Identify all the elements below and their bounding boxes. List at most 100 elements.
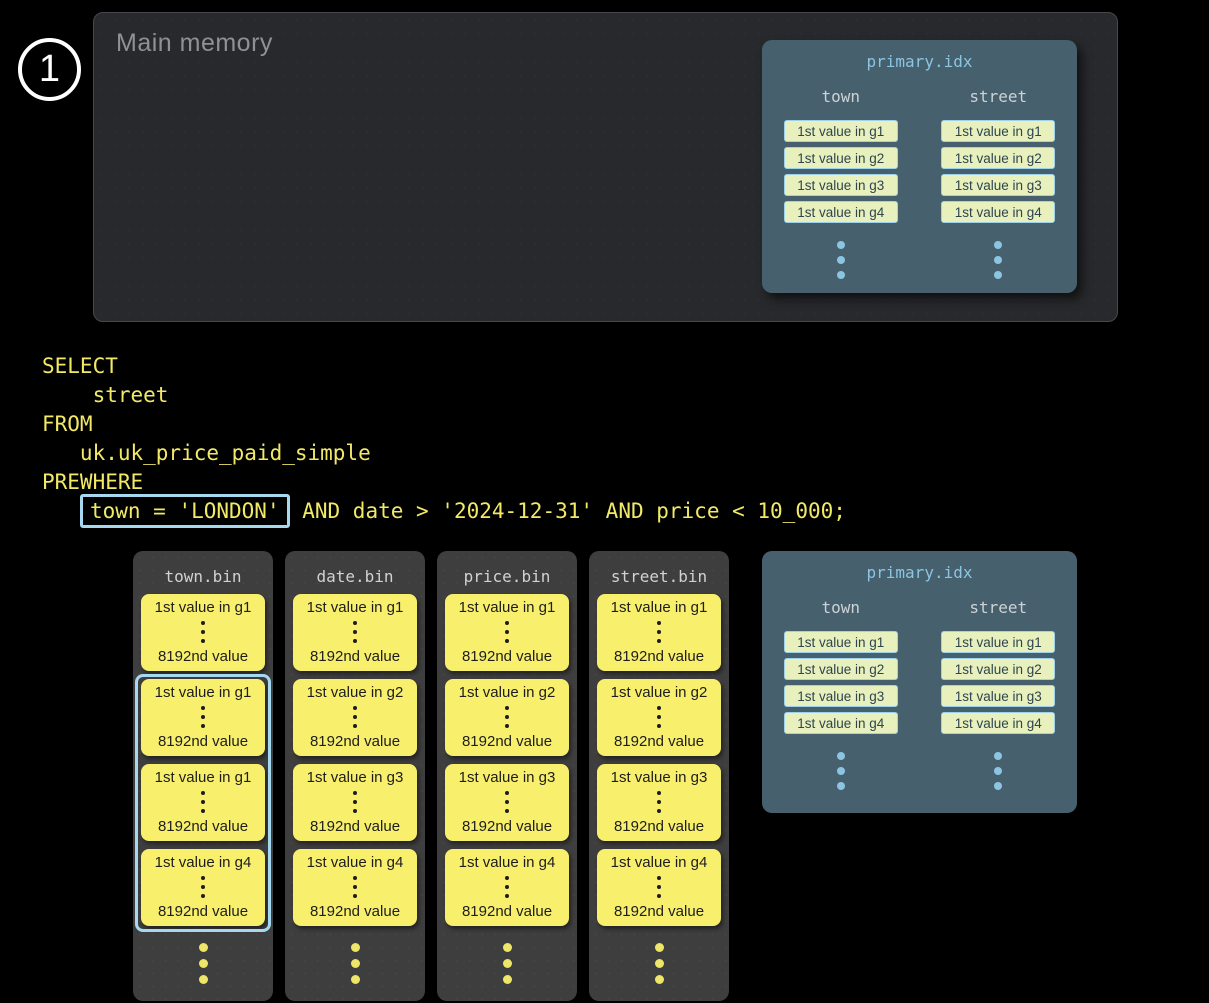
- ellipsis-dots: [353, 704, 357, 731]
- bin-file-title: date.bin: [285, 567, 425, 586]
- main-memory-title: Main memory: [116, 29, 273, 58]
- granule-last-value: 8192nd value: [614, 818, 704, 835]
- ellipsis-dots: [201, 619, 205, 646]
- index-entry: 1st value in g2: [784, 147, 898, 169]
- granule-block: 1st value in g4 8192nd value: [445, 849, 569, 926]
- granule-last-value: 8192nd value: [158, 818, 248, 835]
- bin-file-title: price.bin: [437, 567, 577, 586]
- granule-block: 1st value in g2 8192nd value: [445, 679, 569, 756]
- granule-last-value: 8192nd value: [310, 733, 400, 750]
- index-entry: 1st value in g4: [784, 712, 898, 734]
- granule-first-value: 1st value in g2: [307, 684, 404, 701]
- granule-first-value: 1st value in g4: [611, 854, 708, 871]
- sql-indent: [42, 499, 80, 523]
- index-entry: 1st value in g3: [941, 685, 1055, 707]
- primary-index-title: primary.idx: [762, 40, 1077, 71]
- index-column-header: street: [969, 598, 1027, 617]
- granule-first-value: 1st value in g3: [611, 769, 708, 786]
- granule-block: 1st value in g2 8192nd value: [293, 679, 417, 756]
- index-column-header: town: [821, 87, 860, 106]
- index-entry: 1st value in g1: [941, 631, 1055, 653]
- granule-block: 1st value in g1 8192nd value: [597, 594, 721, 671]
- ellipsis-dots: [505, 789, 509, 816]
- index-column-street: street 1st value in g1 1st value in g2 1…: [920, 87, 1078, 286]
- sql-line-street: street: [42, 381, 846, 410]
- granule-block: 1st value in g3 8192nd value: [597, 764, 721, 841]
- ellipsis-dots: [505, 704, 509, 731]
- sql-line-from: FROM: [42, 410, 846, 439]
- more-granules-dots: [285, 943, 425, 991]
- ellipsis-dots: [505, 619, 509, 646]
- granule-block: 1st value in g3 8192nd value: [293, 764, 417, 841]
- index-entry: 1st value in g1: [784, 631, 898, 653]
- ellipsis-dots: [657, 704, 661, 731]
- granule-block: 1st value in g4 8192nd value: [141, 849, 265, 926]
- index-column-town: town 1st value in g1 1st value in g2 1st…: [762, 598, 920, 797]
- ellipsis-dots: [353, 874, 357, 901]
- primary-index-columns: town 1st value in g1 1st value in g2 1st…: [762, 598, 1077, 797]
- index-entry: 1st value in g2: [941, 147, 1055, 169]
- granule-last-value: 8192nd value: [462, 818, 552, 835]
- granule-stack: 1st value in g1 8192nd value 1st value i…: [141, 594, 265, 934]
- granule-first-value: 1st value in g1: [459, 599, 556, 616]
- granule-block: 1st value in g1 8192nd value: [293, 594, 417, 671]
- granule-last-value: 8192nd value: [310, 903, 400, 920]
- primary-index-card-memory: primary.idx town 1st value in g1 1st val…: [762, 40, 1077, 293]
- granule-block: 1st value in g2 8192nd value: [597, 679, 721, 756]
- sql-query: SELECT streetFROM uk.uk_price_paid_simpl…: [42, 352, 846, 526]
- index-entry: 1st value in g4: [941, 712, 1055, 734]
- primary-index-title: primary.idx: [762, 551, 1077, 582]
- sql-line-predicates: town = 'LONDON' AND date > '2024-12-31' …: [42, 497, 846, 526]
- granule-stack: 1st value in g1 8192nd value 1st value i…: [597, 594, 721, 934]
- granule-last-value: 8192nd value: [158, 733, 248, 750]
- ellipsis-dots: [353, 789, 357, 816]
- index-entry: 1st value in g2: [941, 658, 1055, 680]
- index-entry: 1st value in g4: [784, 201, 898, 223]
- granule-first-value: 1st value in g1: [155, 599, 252, 616]
- sql-line-table: uk.uk_price_paid_simple: [42, 439, 846, 468]
- more-granules-dots: [133, 943, 273, 991]
- ellipsis-dots: [657, 874, 661, 901]
- granule-last-value: 8192nd value: [462, 903, 552, 920]
- granule-first-value: 1st value in g2: [611, 684, 708, 701]
- bin-file-town: town.bin 1st value in g1 8192nd value 1s…: [133, 551, 273, 1001]
- more-granules-dots: [437, 943, 577, 991]
- granule-block: 1st value in g1 8192nd value: [141, 679, 265, 756]
- index-entry: 1st value in g1: [784, 120, 898, 142]
- index-column-header: street: [969, 87, 1027, 106]
- more-entries-dots: [994, 752, 1002, 797]
- ellipsis-dots: [201, 874, 205, 901]
- granule-first-value: 1st value in g4: [155, 854, 252, 871]
- granule-first-value: 1st value in g4: [459, 854, 556, 871]
- granule-first-value: 1st value in g1: [155, 684, 252, 701]
- granule-first-value: 1st value in g1: [155, 769, 252, 786]
- ellipsis-dots: [657, 619, 661, 646]
- granule-block: 1st value in g4 8192nd value: [293, 849, 417, 926]
- granule-first-value: 1st value in g4: [307, 854, 404, 871]
- bin-file-street: street.bin 1st value in g1 8192nd value …: [589, 551, 729, 1001]
- granule-first-value: 1st value in g3: [459, 769, 556, 786]
- ellipsis-dots: [505, 874, 509, 901]
- granule-last-value: 8192nd value: [614, 733, 704, 750]
- granule-stack: 1st value in g1 8192nd value 1st value i…: [293, 594, 417, 934]
- bin-file-title: town.bin: [133, 567, 273, 586]
- index-column-town: town 1st value in g1 1st value in g2 1st…: [762, 87, 920, 286]
- index-entry: 1st value in g2: [784, 658, 898, 680]
- granule-first-value: 1st value in g1: [307, 599, 404, 616]
- sql-remaining-predicates: AND date > '2024-12-31' AND price < 10_0…: [290, 499, 846, 523]
- granule-block: 1st value in g1 8192nd value: [141, 594, 265, 671]
- granule-last-value: 8192nd value: [614, 648, 704, 665]
- granule-block: 1st value in g3 8192nd value: [445, 764, 569, 841]
- more-entries-dots: [994, 241, 1002, 286]
- granule-last-value: 8192nd value: [310, 818, 400, 835]
- sql-line-select: SELECT: [42, 352, 846, 381]
- ellipsis-dots: [657, 789, 661, 816]
- bin-file-date: date.bin 1st value in g1 8192nd value 1s…: [285, 551, 425, 1001]
- granule-first-value: 1st value in g2: [459, 684, 556, 701]
- primary-index-card-disk: primary.idx town 1st value in g1 1st val…: [762, 551, 1077, 813]
- ellipsis-dots: [353, 619, 357, 646]
- index-entry: 1st value in g3: [784, 174, 898, 196]
- ellipsis-dots: [201, 789, 205, 816]
- step-number-badge: 1: [18, 38, 81, 101]
- index-entry: 1st value in g1: [941, 120, 1055, 142]
